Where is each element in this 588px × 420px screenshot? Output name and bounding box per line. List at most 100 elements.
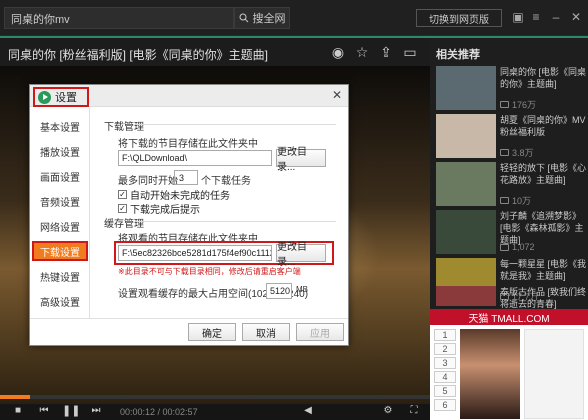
tv-icon [500, 243, 509, 251]
tv-icon [500, 149, 509, 156]
nav-item[interactable]: 基本设置 [32, 116, 88, 136]
search-input[interactable]: 同桌的你mv [4, 7, 234, 29]
nav-item[interactable]: 音频设置 [32, 191, 88, 211]
dialog-title: 设置 [33, 87, 89, 107]
list-item-title: 胡夏《同桌的你》MV 粉丝福利版 [500, 115, 586, 137]
ad-photo [460, 329, 520, 419]
nav-item[interactable]: 网络设置 [32, 216, 88, 236]
nav-item[interactable]: 播放设置 [32, 141, 88, 161]
cache-size-field[interactable]: 5120 [266, 283, 292, 299]
pin-icon[interactable]: ◉ [330, 44, 346, 60]
cache-change-dir-button[interactable]: 更改目录... [276, 242, 326, 268]
share-icon[interactable]: ⇪ [378, 44, 394, 60]
settings-panel: 下载管理 将下载的节目存储在此文件夹中 F:\QLDownload\ 更改目录.… [96, 108, 346, 318]
menu-icon[interactable]: ≡ [528, 10, 544, 24]
control-bar: ■ ⏮ ❚❚ ⏭ ◀ ⚙ ⛶ [0, 404, 430, 420]
pause-icon[interactable]: ❚❚ [62, 403, 80, 419]
cache-path-field[interactable]: F:\5ec82326bce5281d175f4ef90c111212\ [118, 245, 272, 261]
checkbox-checked: ✓ [118, 190, 127, 199]
close-icon[interactable]: ✕ [568, 10, 584, 24]
sidebar-heading: 相关推荐 [436, 49, 480, 61]
settings-nav: 基本设置 播放设置 画面设置 音频设置 网络设置 下载设置 热键设置 高级设置 [30, 108, 90, 318]
list-icon[interactable]: ▭ [402, 44, 418, 60]
download-change-dir-button[interactable]: 更改目录... [276, 147, 326, 173]
divider [30, 318, 348, 319]
list-item-title: 每一颗星星 [电影《我就是我》主题曲] [500, 259, 587, 281]
ad-number: 5 [434, 385, 456, 397]
fullscreen-icon[interactable]: ⛶ [406, 403, 422, 419]
settings-icon[interactable]: ⚙ [380, 403, 396, 419]
ok-button[interactable]: 确定 [188, 323, 236, 341]
next-icon[interactable]: ⏭ [88, 403, 104, 419]
thumbnail [436, 210, 496, 254]
dialog-title-label: 设置 [55, 92, 77, 104]
list-item[interactable]: 轻轻的放下 [电影《心花路放》主题曲] 10万 [436, 162, 586, 208]
app-logo-icon [38, 90, 51, 104]
ad-number: 6 [434, 399, 456, 411]
ad-number: 3 [434, 357, 456, 369]
view-count: 1,072 [500, 242, 535, 252]
favorite-icon[interactable]: ☆ [354, 44, 370, 60]
download-path-label: 将下载的节目存储在此文件夹中 [118, 139, 258, 150]
divider [136, 221, 336, 222]
nav-item[interactable]: 热键设置 [32, 266, 88, 286]
nav-item[interactable]: 画面设置 [32, 166, 88, 186]
settings-dialog: 设置 ✕ 基本设置 播放设置 画面设置 音频设置 网络设置 下载设置 热键设置 … [29, 84, 349, 346]
thumbnail [436, 66, 496, 110]
player-title-bar: 同桌的你 [粉丝福利版] [电影《同桌的你》主题曲] ◉ ☆ ⇪ ▭ [0, 38, 430, 66]
tv-icon [500, 197, 509, 204]
list-item[interactable]: 胡夏《同桌的你》MV 粉丝福利版 3.8万 [436, 114, 586, 160]
ad-header: 天猫 TMALL.COM [430, 309, 588, 325]
thumbnail [436, 286, 496, 306]
search-icon [239, 13, 248, 23]
list-item[interactable]: 同桌的你 [电影《同桌的你》主题曲] 176万 [436, 66, 586, 112]
list-item-title: 轻轻的放下 [电影《心花路放》主题曲] [500, 163, 587, 185]
tv-icon [500, 101, 509, 108]
download-section-title: 下载管理 [104, 122, 144, 133]
view-count: 10万 [500, 194, 531, 207]
search-button[interactable]: 搜全网 [234, 7, 290, 29]
thumbnail [436, 162, 496, 206]
list-item-title: 同桌的你 [电影《同桌的你》主题曲] [500, 67, 587, 89]
minimize-icon[interactable]: – [548, 10, 564, 24]
ad-number: 4 [434, 371, 456, 383]
tmall-ad[interactable]: 天猫 TMALL.COM 1 2 3 4 5 6 [430, 309, 588, 420]
list-item[interactable]: 刘子麟《追溯梦影》 [电影《森林孤影》主题曲] 1,072 [436, 210, 586, 256]
cache-warning: ※此目录不可与下载目录相同，修改后请重启客户端 [118, 267, 301, 276]
cache-size-unit: MB [296, 285, 308, 294]
ad-number: 1 [434, 329, 456, 341]
ad-number: 2 [434, 343, 456, 355]
list-item-title: 刘子麟《追溯梦影》 [电影《森林孤影》主题曲] [500, 211, 584, 245]
download-path-field[interactable]: F:\QLDownload\ [118, 150, 272, 166]
nav-item[interactable]: 高级设置 [32, 291, 88, 311]
time-display: 00:00:12 / 00:02:57 [120, 407, 198, 417]
dialog-title-bar: 设置 ✕ [30, 85, 348, 107]
divider [136, 124, 336, 125]
apply-button[interactable]: 应用 [296, 323, 344, 341]
view-count: 3.8万 [500, 146, 534, 159]
done-tip-checkbox[interactable]: ✓ 下载完成后提示 [118, 201, 200, 216]
auto-resume-checkbox[interactable]: ✓ 自动开始未完成的任务 [118, 187, 230, 202]
prev-icon[interactable]: ⏮ [36, 403, 52, 419]
switch-web-button[interactable]: 切换到网页版 [416, 9, 502, 27]
close-icon[interactable]: ✕ [332, 88, 342, 102]
skin-icon[interactable]: ▣ [510, 10, 526, 24]
top-bar: 同桌的你mv 搜全网 切换到网页版 ▣ ≡ – ✕ [0, 0, 588, 36]
list-item[interactable]: 泰版古作品 [致我们终将逝去的青春] [436, 286, 587, 309]
checkbox-checked: ✓ [118, 204, 127, 213]
thumbnail [436, 114, 496, 158]
cancel-button[interactable]: 取消 [242, 323, 290, 341]
ad-number-list: 1 2 3 4 5 6 [434, 329, 456, 413]
progress-bar[interactable] [0, 395, 430, 399]
video-title: 同桌的你 [粉丝福利版] [电影《同桌的你》主题曲] [8, 48, 269, 62]
cache-section-title: 缓存管理 [104, 219, 144, 230]
list-item-title: 泰版古作品 [致我们终将逝去的青春] [500, 287, 587, 309]
progress-fill [0, 395, 31, 399]
max-tasks-label: 最多同时开始 [118, 176, 178, 187]
nav-item-download[interactable]: 下载设置 [32, 241, 88, 261]
stop-icon[interactable]: ■ [10, 403, 26, 419]
search-button-label: 搜全网 [252, 13, 286, 25]
max-tasks-stepper[interactable]: 3 [174, 170, 198, 185]
max-tasks-suffix: 个下载任务 [201, 176, 251, 187]
volume-icon[interactable]: ◀ [300, 403, 316, 419]
